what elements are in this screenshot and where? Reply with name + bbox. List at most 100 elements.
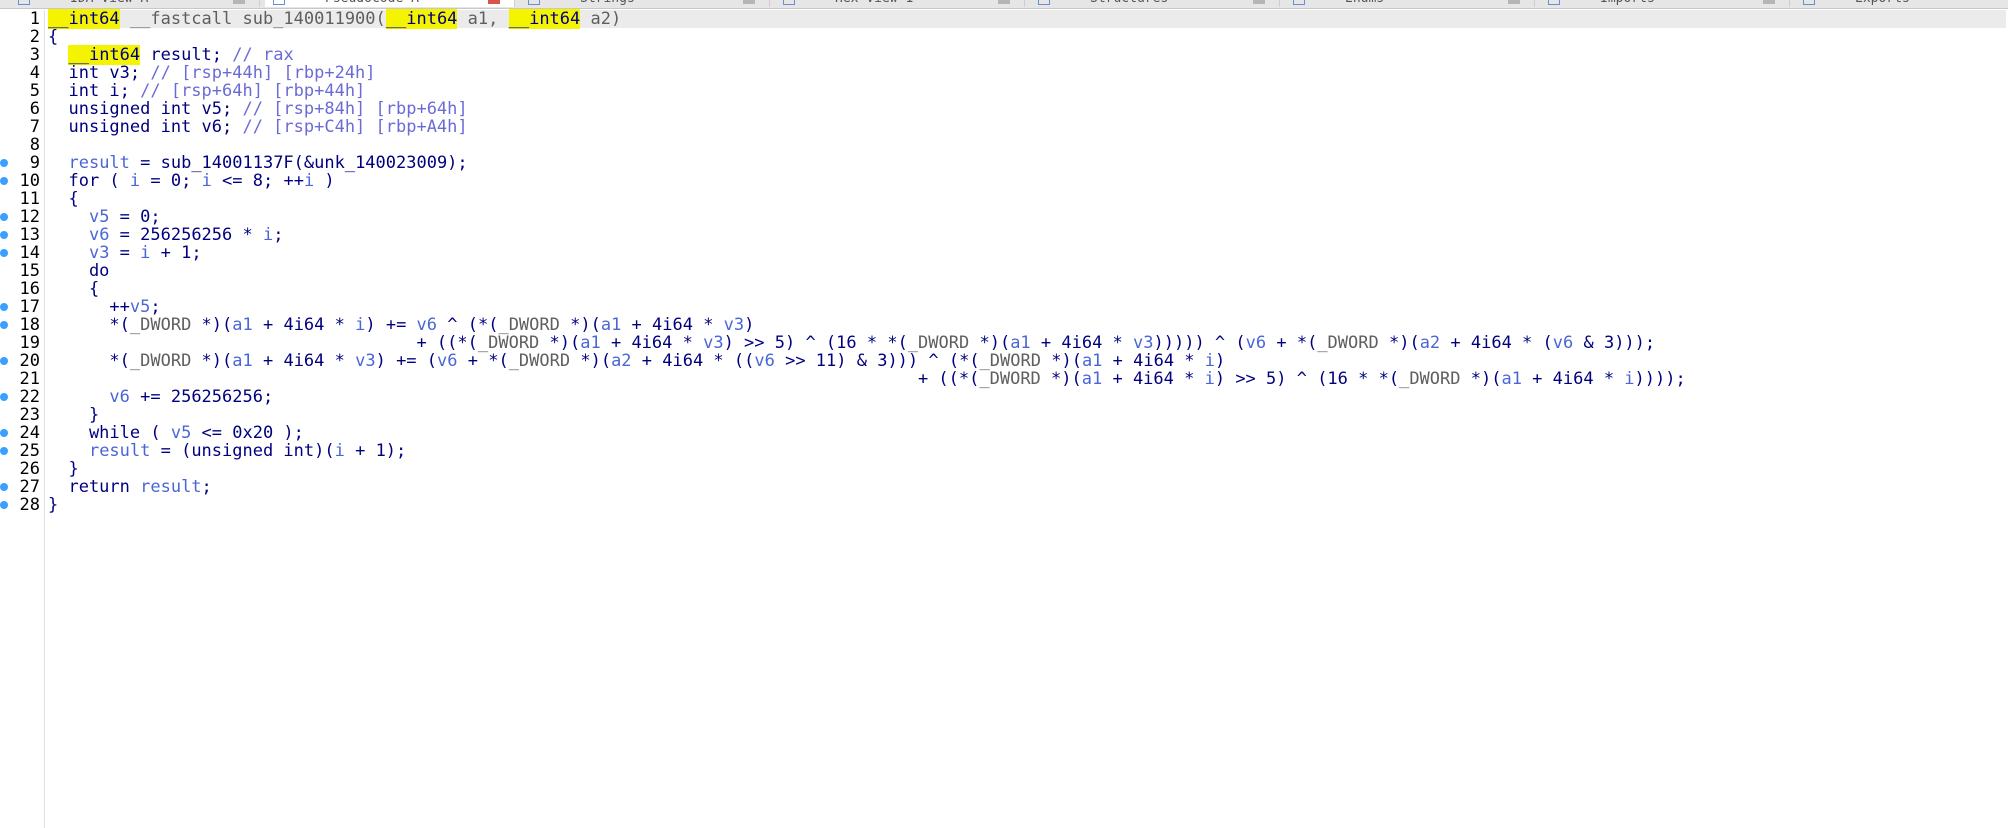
tab-imports[interactable]: Imports	[1540, 0, 1790, 7]
code-variable[interactable]: v6	[109, 387, 129, 407]
code-token: return	[48, 477, 141, 497]
code-variable[interactable]: v6	[1553, 333, 1573, 353]
tab-view-icon	[273, 0, 285, 5]
code-token: )	[314, 171, 335, 191]
breakpoint-dot-icon[interactable]	[0, 447, 8, 455]
code-token: *)(	[1378, 333, 1420, 353]
line-number-gutter: 1 2 3 4 5 6 7 8 9 10 11 12 13 14 15 16 17 18 19 20 21 22 23 24 2…	[0, 9, 45, 828]
code-variable[interactable]: a1	[1501, 369, 1521, 389]
breakpoint-dot-icon[interactable]	[0, 249, 8, 257]
code-line[interactable]: result = (unsigned int)(i + 1);	[48, 440, 406, 463]
tab-view-icon	[1038, 0, 1050, 5]
tab-label: Pseudocode-A	[325, 0, 419, 6]
breakpoint-dot-icon[interactable]	[0, 483, 8, 491]
code-variable[interactable]: i	[130, 171, 140, 191]
code-token: =	[109, 243, 141, 263]
code-token: ) >> 5) ^ (16 * *(	[1214, 369, 1400, 389]
code-token: a1,	[457, 9, 509, 29]
close-icon[interactable]	[1763, 0, 1775, 4]
code-token: *)(	[1040, 369, 1082, 389]
code-variable[interactable]: i	[335, 441, 345, 461]
tab-view-icon	[1293, 0, 1305, 5]
code-variable[interactable]: i	[202, 171, 212, 191]
tab-exports[interactable]: Exports	[1795, 0, 2008, 7]
code-variable[interactable]: i	[263, 225, 273, 245]
code-line[interactable]: + ((*(_DWORD *)(a1 + 4i64 * i) >> 5) ^ (…	[48, 368, 1686, 391]
code-token: + 4i64 *	[1102, 369, 1205, 389]
code-line[interactable]: }	[48, 494, 58, 517]
breakpoint-dot-icon[interactable]	[0, 393, 8, 401]
code-token: *)(	[1460, 369, 1502, 389]
code-variable[interactable]: i	[304, 171, 314, 191]
tab-strings[interactable]: Strings	[520, 0, 770, 7]
close-icon[interactable]	[743, 0, 755, 4]
close-icon[interactable]	[1253, 0, 1265, 4]
breakpoint-dot-icon[interactable]	[0, 231, 8, 239]
tab-view-icon	[528, 0, 540, 5]
code-line[interactable]: for ( i = 0; i <= 8; ++i )	[48, 170, 335, 193]
breakpoint-dot-icon[interactable]	[0, 159, 8, 167]
code-token: + 4i64 * (	[1440, 333, 1553, 353]
breakpoint-dot-icon[interactable]	[0, 357, 8, 365]
code-token: _DWORD	[1317, 333, 1379, 353]
code-token: }	[48, 495, 59, 515]
code-variable[interactable]: i	[1624, 369, 1634, 389]
code-variable[interactable]: result	[140, 477, 201, 497]
tab-view-icon	[1803, 0, 1815, 5]
close-icon[interactable]	[1508, 0, 1520, 4]
code-area[interactable]: __int64 __fastcall sub_140011900(__int64…	[48, 8, 2006, 828]
code-token: ;	[201, 477, 212, 497]
tab-ida-view-a[interactable]: IDA View-A	[10, 0, 260, 7]
tab-view-icon	[783, 0, 795, 5]
code-token: += 256256256;	[129, 387, 274, 407]
tab-label: Strings	[580, 0, 635, 6]
breakpoint-dot-icon[interactable]	[0, 303, 8, 311]
tab-view-icon	[18, 0, 30, 5]
tab-pseudocode-a[interactable]: Pseudocode-A	[265, 0, 515, 7]
tab-label: Hex View-1	[835, 0, 913, 6]
code-variable[interactable]: v6	[1246, 333, 1266, 353]
tab-enums[interactable]: Enums	[1285, 0, 1535, 7]
code-line[interactable]: __int64 __fastcall sub_140011900(__int64…	[48, 8, 621, 31]
code-line[interactable]: unsigned int v6; // [rsp+C4h] [rbp+A4h]	[48, 116, 468, 139]
code-token: ))));	[1634, 369, 1686, 389]
tab-hex-view-1[interactable]: Hex View-1	[775, 0, 1025, 7]
code-token: // [rsp+C4h] [rbp+A4h]	[242, 117, 468, 137]
close-icon[interactable]	[488, 0, 500, 4]
code-variable[interactable]: a1	[1082, 369, 1102, 389]
code-token: + 4i64 *	[1521, 369, 1625, 389]
tab-structures[interactable]: Structures	[1030, 0, 1280, 7]
tab-label: IDA View-A	[70, 0, 148, 6]
close-icon[interactable]	[998, 0, 1010, 4]
code-token: _DWORD	[1399, 369, 1461, 389]
breakpoint-dot-icon[interactable]	[0, 213, 8, 221]
close-icon[interactable]	[233, 0, 245, 4]
code-line[interactable]: return result;	[48, 476, 212, 499]
code-token: = (unsigned int)(	[150, 441, 335, 461]
code-variable[interactable]: i	[1205, 369, 1215, 389]
tab-view-icon	[1548, 0, 1560, 5]
code-token: _DWORD	[979, 369, 1041, 389]
code-variable[interactable]: a2	[1420, 333, 1440, 353]
code-highlighted-type[interactable]: __int64	[48, 9, 120, 29]
tab-label: Enums	[1345, 0, 1384, 6]
code-variable[interactable]: result	[89, 441, 150, 461]
code-token: a2)	[580, 9, 622, 29]
code-token: + *(	[1266, 333, 1318, 353]
code-token: unsigned int v6;	[48, 117, 243, 137]
breakpoint-dot-icon[interactable]	[0, 177, 8, 185]
tab-label: Structures	[1090, 0, 1168, 6]
tab-label: Imports	[1600, 0, 1655, 6]
code-token: = 0;	[140, 171, 202, 191]
code-highlighted-type[interactable]: __int64	[508, 9, 581, 29]
breakpoint-dot-icon[interactable]	[0, 429, 8, 437]
pseudocode-editor[interactable]: 1 2 3 4 5 6 7 8 9 10 11 12 13 14 15 16 17 18 19 20 21 22 23 24 2…	[0, 8, 2008, 828]
code-highlighted-type[interactable]: __int64	[385, 9, 458, 29]
code-token: __fastcall sub_140011900(	[119, 9, 386, 29]
breakpoint-dot-icon[interactable]	[0, 321, 8, 329]
code-token: & 3)));	[1573, 333, 1656, 353]
tab-label: Exports	[1855, 0, 1910, 6]
code-token: + 1);	[344, 441, 407, 461]
breakpoint-dot-icon[interactable]	[0, 501, 8, 509]
code-variable[interactable]: i	[140, 243, 150, 263]
